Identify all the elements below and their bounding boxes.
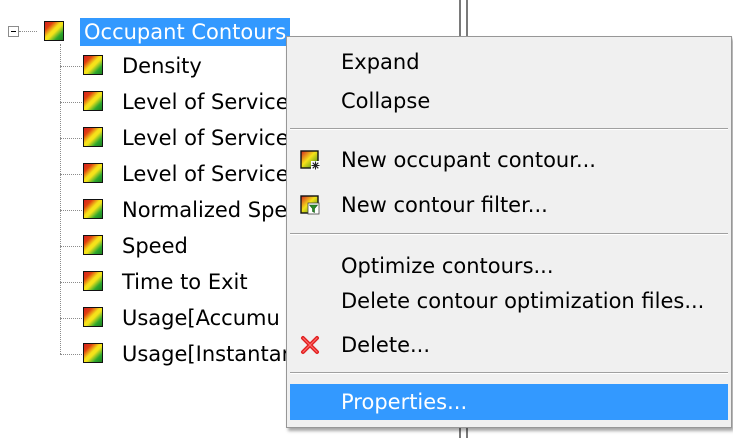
menu-item-optimize-contours[interactable]: Optimize contours... — [290, 248, 728, 284]
menu-item-delete[interactable]: Delete... — [290, 327, 728, 363]
menu-separator — [290, 128, 728, 130]
menu-item-new-contour-filter[interactable]: New contour filter... — [290, 187, 728, 223]
menu-separator — [290, 233, 728, 235]
tree-item-density[interactable]: Density — [122, 52, 202, 81]
tree-connector — [60, 354, 82, 355]
contour-gradient-icon — [83, 163, 103, 183]
tree-connector — [60, 138, 82, 139]
tree-item-time-to-exit[interactable]: Time to Exit — [122, 268, 248, 297]
menu-item-label: Expand — [341, 50, 420, 74]
menu-item-label: Delete contour optimization files... — [341, 289, 705, 313]
collapse-toggle[interactable] — [8, 26, 19, 37]
tree-connector — [60, 66, 82, 67]
menu-item-label: Collapse — [341, 89, 431, 113]
new-contour-icon — [300, 150, 320, 170]
tree-connector — [60, 44, 61, 354]
contour-gradient-icon — [83, 307, 103, 327]
tree-connector — [60, 246, 82, 247]
menu-item-label: Delete... — [341, 333, 431, 357]
tree-item-level-of-service-3[interactable]: Level of Service — [122, 160, 289, 189]
delete-x-icon — [301, 336, 319, 354]
menu-separator — [290, 372, 728, 374]
contour-gradient-icon — [83, 235, 103, 255]
tree-item-speed[interactable]: Speed — [122, 232, 188, 261]
tree-connector — [60, 210, 82, 211]
contour-gradient-icon — [44, 21, 64, 41]
tree-item-usage-accumulated[interactable]: Usage[Accumu — [122, 304, 280, 333]
menu-item-new-occupant-contour[interactable]: New occupant contour... — [290, 142, 728, 178]
contour-gradient-icon — [83, 91, 103, 111]
menu-item-expand[interactable]: Expand — [290, 44, 728, 80]
menu-item-properties[interactable]: Properties... — [290, 384, 728, 420]
menu-item-label: Optimize contours... — [341, 254, 554, 278]
tree-root-occupant-contours[interactable]: Occupant Contours — [80, 18, 291, 46]
menu-item-delete-optimization-files[interactable]: Delete contour optimization files... — [290, 283, 728, 319]
tree-connector — [60, 102, 82, 103]
contour-gradient-icon — [83, 271, 103, 291]
tree-item-level-of-service-2[interactable]: Level of Service — [122, 124, 289, 153]
menu-item-collapse[interactable]: Collapse — [290, 83, 728, 119]
contour-gradient-icon — [83, 343, 103, 363]
tree-connector — [19, 31, 37, 32]
contour-gradient-icon — [83, 199, 103, 219]
context-menu: Expand Collapse New occupant contour... — [286, 36, 732, 428]
tree-item-usage-instantaneous[interactable]: Usage[Instantar — [122, 340, 290, 369]
contour-gradient-icon — [83, 55, 103, 75]
menu-item-label: New occupant contour... — [341, 148, 596, 172]
tree-connector — [60, 282, 82, 283]
tree-connector — [60, 174, 82, 175]
contour-filter-icon — [300, 195, 320, 215]
menu-item-label: Properties... — [341, 390, 468, 414]
tree-item-normalized-speed[interactable]: Normalized Spe — [122, 196, 287, 225]
tree-item-level-of-service-1[interactable]: Level of Service — [122, 88, 289, 117]
menu-item-label: New contour filter... — [341, 193, 548, 217]
contour-gradient-icon — [83, 127, 103, 147]
tree-connector — [60, 318, 82, 319]
